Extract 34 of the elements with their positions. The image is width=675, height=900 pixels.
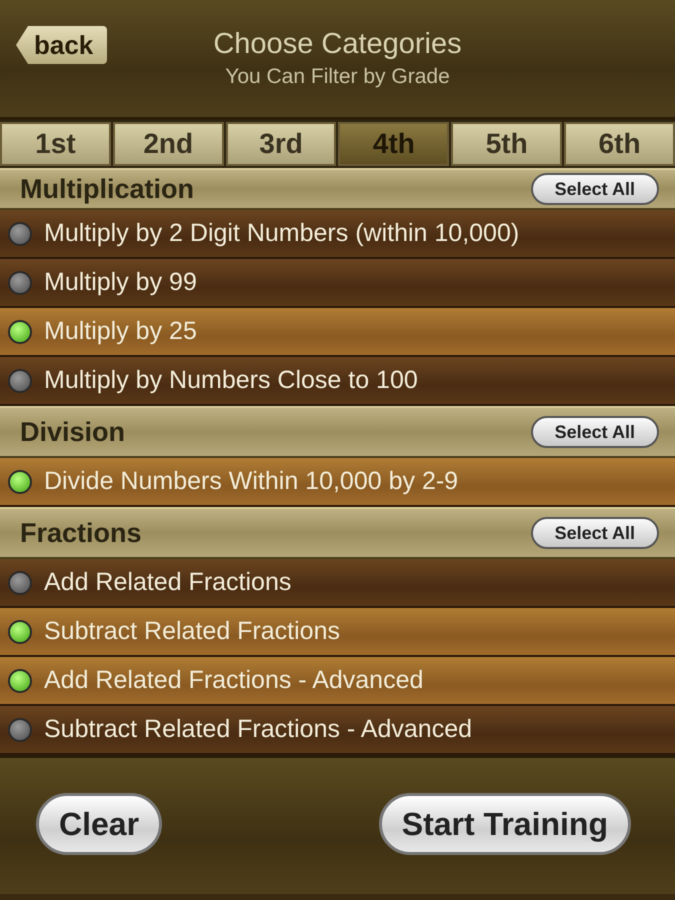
grade-tab[interactable]: 1st (0, 122, 111, 166)
grade-tab[interactable]: 5th (451, 122, 562, 166)
section-title: Fractions (20, 518, 142, 548)
screen-title: Choose Categories (213, 28, 462, 61)
grade-tab[interactable]: 3rd (226, 122, 336, 166)
category-row[interactable]: Subtract Related Fractions (0, 608, 675, 657)
category-row[interactable]: Divide Numbers Within 10,000 by 2-9 (0, 458, 675, 507)
category-label: Multiply by 25 (44, 317, 197, 346)
category-row[interactable]: Multiply by Numbers Close to 100 (0, 357, 675, 406)
grade-tab[interactable]: 6th (564, 122, 675, 166)
category-label: Add Related Fractions (44, 568, 292, 597)
screen-subtitle: You Can Filter by Grade (225, 65, 450, 89)
category-row[interactable]: Add Related Fractions (0, 559, 675, 608)
category-label: Subtract Related Fractions - Advanced (44, 715, 472, 744)
select-all-button[interactable]: Select All (530, 517, 659, 549)
category-row[interactable]: Subtract Related Fractions - Advanced (0, 706, 675, 755)
back-button[interactable]: back (16, 26, 108, 64)
category-label: Add Related Fractions - Advanced (44, 666, 424, 695)
category-row[interactable]: Multiply by 25 (0, 308, 675, 357)
grade-tab[interactable]: 2nd (112, 122, 224, 166)
select-all-button[interactable]: Select All (530, 173, 659, 205)
category-label: Subtract Related Fractions (44, 617, 340, 646)
category-row[interactable]: Multiply by 99 (0, 259, 675, 308)
category-label: Divide Numbers Within 10,000 by 2-9 (44, 467, 458, 496)
category-label: Multiply by 2 Digit Numbers (within 10,000) (44, 219, 520, 248)
clear-button[interactable]: Clear (36, 793, 162, 855)
category-row[interactable]: Add Related Fractions - Advanced (0, 657, 675, 706)
start-training-button[interactable]: Start Training (378, 793, 631, 855)
section-title: Division (20, 416, 126, 448)
section-title: Multiplication (20, 174, 194, 204)
select-all-button[interactable]: Select All (530, 416, 659, 448)
category-label: Multiply by Numbers Close to 100 (44, 366, 418, 395)
category-row[interactable]: Multiply by 2 Digit Numbers (within 10,000) (0, 210, 675, 259)
category-label: Multiply by 99 (44, 268, 197, 297)
